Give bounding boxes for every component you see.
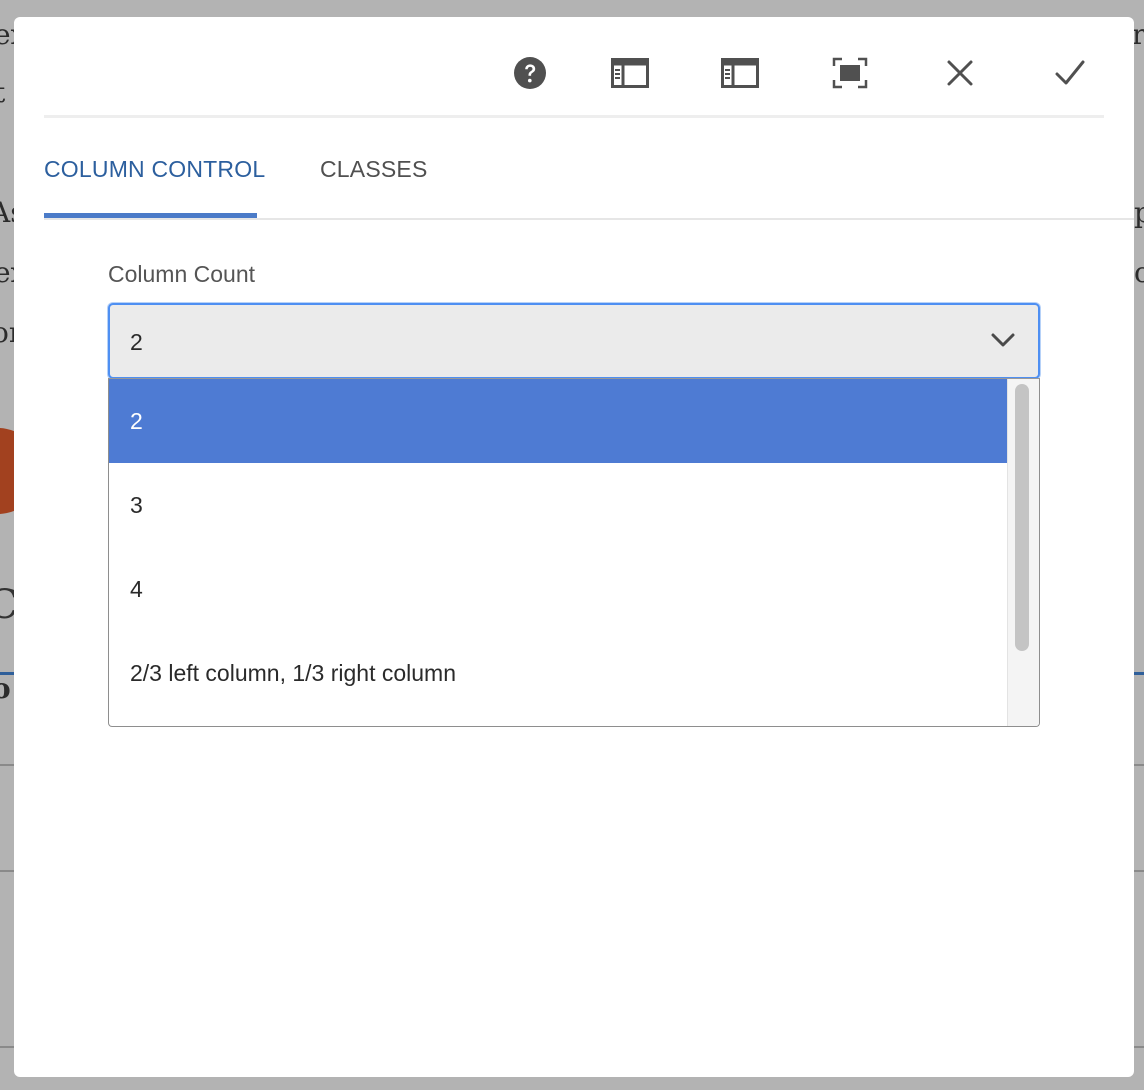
toggle-side-panel-alt-button[interactable] <box>720 53 760 93</box>
column-count-label: Column Count <box>108 261 256 287</box>
fullscreen-icon <box>832 57 868 89</box>
tab-list: COLUMN CONTROL CLASSES <box>44 117 1134 220</box>
bg-text-fragment: p <box>1134 196 1144 229</box>
chevron-down-icon <box>991 333 1015 347</box>
bg-divider <box>0 1046 14 1048</box>
checkmark-icon <box>1055 60 1085 85</box>
help-icon <box>514 57 546 89</box>
option-4[interactable]: 4 <box>109 547 1008 631</box>
bg-text-fragment: o <box>1134 256 1144 289</box>
bg-divider <box>0 672 14 675</box>
column-count-select[interactable]: 2 <box>108 303 1040 379</box>
fullscreen-button[interactable] <box>830 53 870 93</box>
help-button[interactable] <box>510 53 550 93</box>
sidepanel-left-icon <box>611 58 649 88</box>
bg-divider <box>1134 1046 1144 1048</box>
bg-divider <box>0 764 14 766</box>
bg-divider <box>1134 764 1144 766</box>
toggle-side-panel-button[interactable] <box>610 53 650 93</box>
option-two-thirds-left[interactable]: 2/3 left column, 1/3 right column <box>109 631 1008 715</box>
listbox-scrollbar[interactable] <box>1007 379 1039 726</box>
tab-column-control[interactable]: COLUMN CONTROL <box>44 117 265 218</box>
scrollbar-thumb[interactable] <box>1015 384 1029 651</box>
sidepanel-right-icon <box>721 58 759 88</box>
column-count-selected-value: 2 <box>130 329 143 355</box>
bg-divider <box>1134 870 1144 872</box>
column-control-dialog: COLUMN CONTROL CLASSES Column Count 2 2 … <box>14 17 1134 1077</box>
bg-text-fragment: o <box>0 672 11 705</box>
close-icon <box>947 60 973 86</box>
bg-divider <box>0 870 14 872</box>
done-button[interactable] <box>1050 53 1090 93</box>
dialog-toolbar <box>44 17 1104 118</box>
option-2[interactable]: 2 <box>109 379 1008 463</box>
bg-text-fragment: t <box>0 76 5 109</box>
tab-classes[interactable]: CLASSES <box>320 117 428 218</box>
cancel-button[interactable] <box>940 53 980 93</box>
column-count-options-list[interactable]: 2 3 4 2/3 left column, 1/3 right column <box>108 378 1040 727</box>
option-3[interactable]: 3 <box>109 463 1008 547</box>
bg-divider <box>1134 672 1144 675</box>
